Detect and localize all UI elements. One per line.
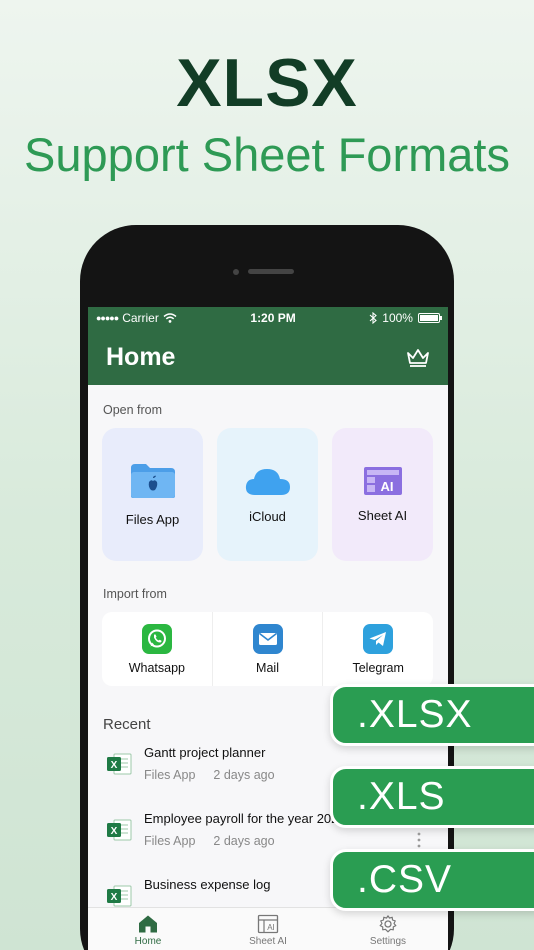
open-from-row: Files App iCloud AI Sheet AI: [102, 428, 448, 561]
recent-file-source: Files App: [144, 768, 196, 782]
status-bar: ●●●●● Carrier 1:20 PM 100%: [88, 307, 448, 329]
recent-file-source: Files App: [144, 834, 196, 848]
sheet-ai-label: Sheet AI: [357, 508, 408, 523]
crown-icon[interactable]: [406, 347, 430, 367]
files-folder-icon: [130, 464, 175, 498]
tab-home-label: Home: [134, 936, 162, 947]
import-whatsapp-button[interactable]: Whatsapp: [102, 612, 213, 686]
telegram-icon: [363, 623, 394, 654]
svg-text:AI: AI: [267, 923, 275, 932]
recent-file-name: Business expense log: [144, 877, 271, 892]
tab-bar: Home AI Sheet AI Settings: [88, 907, 448, 950]
wifi-icon: [163, 313, 177, 323]
xlsx-format-badge: .XLSX: [330, 684, 534, 746]
subheadline: Support Sheet Formats: [24, 128, 510, 181]
excel-file-icon: X: [107, 885, 132, 907]
bluetooth-icon: [369, 312, 378, 324]
csv-format-badge: .CSV: [330, 849, 534, 911]
headline: XLSX: [176, 45, 358, 121]
signal-icon: ●●●●●: [96, 313, 119, 323]
tab-settings[interactable]: Settings: [328, 908, 448, 950]
page-title: Home: [106, 342, 176, 371]
sheet-ai-icon: AI: [363, 467, 402, 495]
clock: 1:20 PM: [250, 311, 296, 325]
whatsapp-icon: [141, 623, 172, 654]
mail-icon: [252, 623, 283, 654]
import-from-label: Import from: [103, 587, 167, 601]
recent-file-time: 2 days ago: [213, 834, 275, 848]
open-sheet-ai-card[interactable]: AI Sheet AI: [332, 428, 433, 561]
svg-text:X: X: [111, 760, 118, 771]
tab-home[interactable]: Home: [88, 908, 208, 950]
recent-file-time: 2 days ago: [213, 768, 275, 782]
import-from-row: Whatsapp Mail Telegram: [102, 612, 433, 686]
svg-text:X: X: [111, 892, 118, 903]
more-vertical-icon[interactable]: [417, 832, 421, 848]
carrier-label: Carrier: [122, 311, 159, 325]
open-from-label: Open from: [103, 403, 163, 417]
phone-camera: [233, 269, 239, 275]
mail-label: Mail: [256, 660, 279, 675]
phone-speaker: [248, 269, 294, 274]
home-icon: [139, 915, 157, 933]
open-icloud-card[interactable]: iCloud: [217, 428, 318, 561]
gear-icon: [379, 915, 397, 933]
recent-file-name: Employee payroll for the year 2024: [144, 811, 346, 826]
tab-settings-label: Settings: [369, 936, 407, 947]
svg-text:AI: AI: [380, 479, 393, 494]
tab-sheet-ai-label: Sheet AI: [249, 936, 287, 947]
excel-file-icon: X: [107, 753, 132, 775]
svg-text:X: X: [111, 826, 118, 837]
icloud-label: iCloud: [249, 509, 286, 524]
import-mail-button[interactable]: Mail: [213, 612, 324, 686]
recent-file-name: Gantt project planner: [144, 745, 266, 760]
xls-format-badge: .XLS: [330, 766, 534, 828]
tab-sheet-ai[interactable]: AI Sheet AI: [208, 908, 328, 950]
excel-file-icon: X: [107, 819, 132, 841]
icloud-icon: [245, 469, 290, 495]
import-telegram-button[interactable]: Telegram: [323, 612, 433, 686]
battery-icon: [417, 313, 442, 323]
battery-percent: 100%: [382, 311, 413, 325]
whatsapp-label: Whatsapp: [128, 660, 185, 675]
telegram-label: Telegram: [352, 660, 404, 675]
sheet-ai-tab-icon: AI: [257, 914, 279, 934]
files-app-label: Files App: [125, 512, 180, 527]
app-bar: Home: [88, 329, 448, 385]
open-files-app-card[interactable]: Files App: [102, 428, 203, 561]
